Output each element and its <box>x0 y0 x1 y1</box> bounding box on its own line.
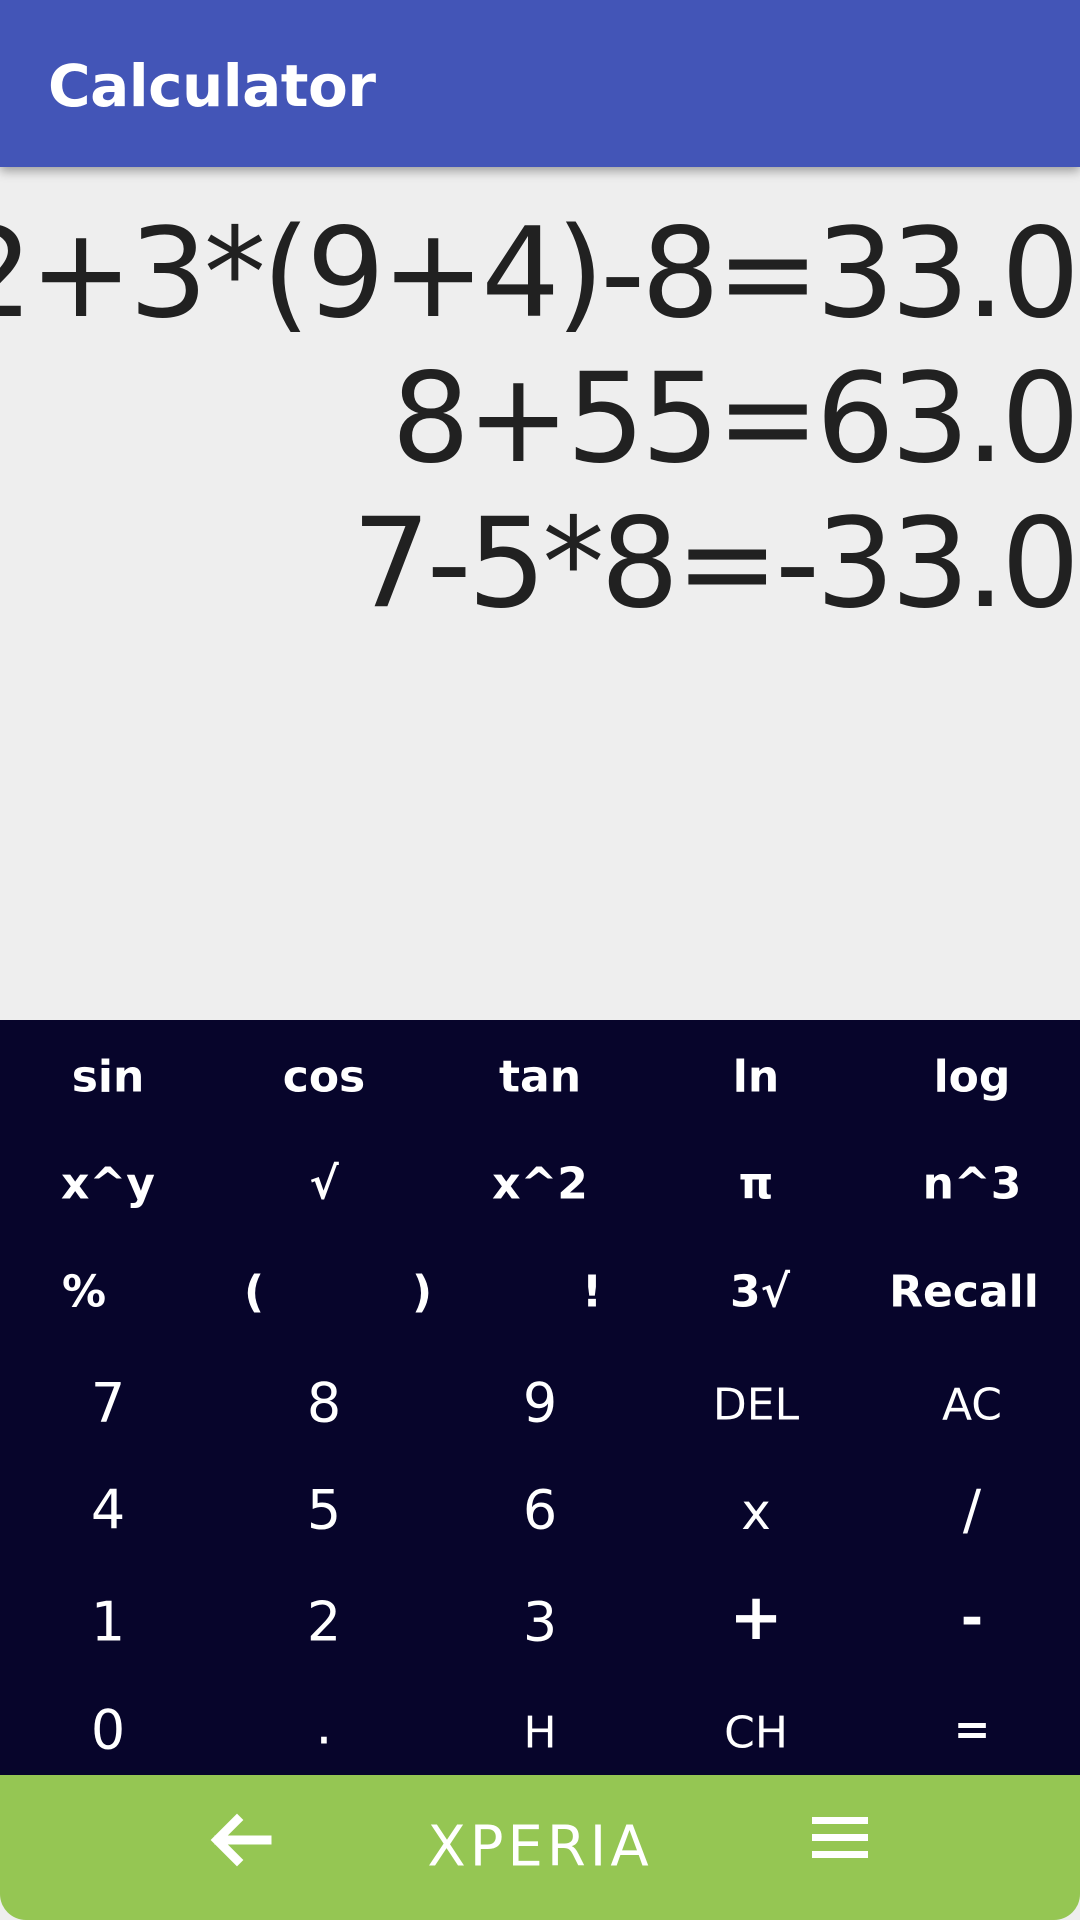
history-line-2: 8+55=63.0 <box>391 347 1080 491</box>
clear-history-button[interactable]: CH <box>724 1708 788 1759</box>
back-arrow-icon[interactable] <box>205 1805 275 1875</box>
equals-button[interactable]: = <box>954 1705 991 1756</box>
pi-button[interactable]: π <box>739 1159 774 1210</box>
decimal-button[interactable]: . <box>315 1694 332 1757</box>
square-root-button[interactable]: √ <box>309 1159 338 1210</box>
digit-2-button[interactable]: 2 <box>307 1591 341 1654</box>
xperia-logo: XPERIA <box>427 1814 653 1880</box>
app-bar: Calculator <box>0 0 1080 167</box>
add-button[interactable]: + <box>729 1581 783 1655</box>
tan-button[interactable]: tan <box>499 1052 581 1103</box>
digit-6-button[interactable]: 6 <box>523 1479 557 1542</box>
open-paren-button[interactable]: ( <box>244 1267 264 1318</box>
app-title: Calculator <box>48 52 376 120</box>
ln-button[interactable]: ln <box>733 1052 779 1103</box>
cos-button[interactable]: cos <box>283 1052 366 1103</box>
hamburger-menu-icon[interactable] <box>812 1813 868 1863</box>
multiply-button[interactable]: x <box>741 1483 771 1541</box>
cube-button[interactable]: n^3 <box>923 1159 1022 1210</box>
digit-5-button[interactable]: 5 <box>307 1479 341 1542</box>
divide-button[interactable]: / <box>963 1479 981 1542</box>
digit-4-button[interactable]: 4 <box>91 1479 125 1542</box>
digit-7-button[interactable]: 7 <box>91 1372 125 1435</box>
digit-9-button[interactable]: 9 <box>523 1372 557 1435</box>
close-paren-button[interactable]: ) <box>412 1267 432 1318</box>
sin-button[interactable]: sin <box>72 1052 145 1103</box>
cube-root-button[interactable]: 3√ <box>730 1267 790 1318</box>
subtract-button[interactable]: - <box>961 1587 983 1650</box>
keypad: sin cos tan ln log x^y √ x^2 π n^3 % ( )… <box>0 1020 1080 1775</box>
digit-3-button[interactable]: 3 <box>523 1591 557 1654</box>
history-line-3: 7-5*8=-33.0 <box>351 492 1080 636</box>
square-button[interactable]: x^2 <box>492 1159 588 1210</box>
delete-button[interactable]: DEL <box>713 1380 799 1431</box>
factorial-button[interactable]: ! <box>582 1267 602 1318</box>
history-button[interactable]: H <box>523 1708 556 1759</box>
power-button[interactable]: x^y <box>61 1159 155 1210</box>
navigation-bar: XPERIA <box>0 1775 1080 1920</box>
digit-1-button[interactable]: 1 <box>91 1591 125 1654</box>
digit-8-button[interactable]: 8 <box>307 1372 341 1435</box>
history-line-1: 2+3*(9+4)-8=33.0 <box>0 202 1080 346</box>
log-button[interactable]: log <box>934 1052 1011 1103</box>
recall-button[interactable]: Recall <box>889 1267 1039 1318</box>
percent-button[interactable]: % <box>62 1267 106 1318</box>
all-clear-button[interactable]: AC <box>942 1380 1002 1431</box>
calculation-display: 2+3*(9+4)-8=33.0 8+55=63.0 7-5*8=-33.0 <box>0 167 1080 1020</box>
digit-0-button[interactable]: 0 <box>91 1699 125 1762</box>
